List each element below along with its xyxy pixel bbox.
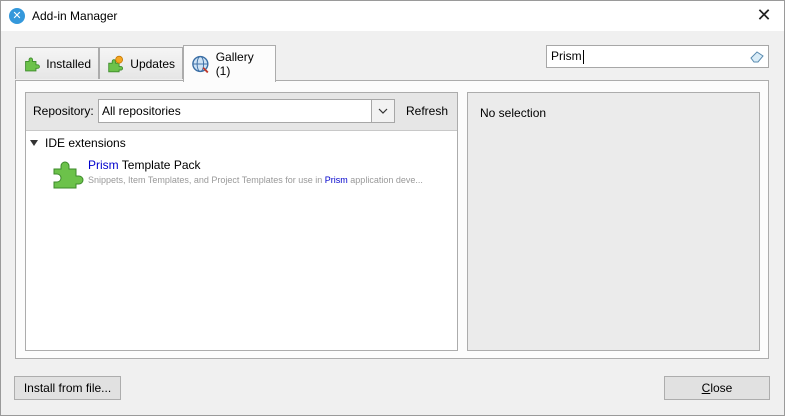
tree-group-label: IDE extensions bbox=[45, 136, 126, 150]
close-button[interactable]: Close bbox=[664, 376, 770, 400]
repository-bar: Repository: All repositories Refresh bbox=[26, 93, 457, 131]
button-label: Install from file... bbox=[23, 381, 112, 395]
button-label: lose bbox=[710, 381, 733, 395]
button-label-mnemonic: C bbox=[701, 381, 711, 395]
eraser-icon[interactable] bbox=[749, 49, 765, 63]
globe-icon bbox=[192, 55, 209, 74]
text-caret bbox=[582, 49, 584, 64]
list-item[interactable]: Prism Template Pack Snippets, Item Templ… bbox=[52, 155, 452, 189]
extension-title: Prism Template Pack bbox=[88, 158, 201, 172]
green-puzzle-icon bbox=[53, 161, 84, 189]
extension-description: Snippets, Item Templates, and Project Te… bbox=[88, 175, 423, 185]
repository-label: Repository: bbox=[33, 104, 94, 118]
tab-gallery[interactable]: Gallery (1) bbox=[183, 45, 276, 82]
no-selection-text: No selection bbox=[480, 106, 547, 120]
tab-label: Installed bbox=[46, 56, 91, 71]
search-input[interactable]: Prism bbox=[546, 45, 769, 68]
tab-updates[interactable]: Updates bbox=[99, 47, 183, 79]
title-bar: ✕ Add-in Manager ✕ bbox=[1, 1, 784, 31]
chevron-down-icon[interactable] bbox=[371, 100, 394, 122]
details-pane: No selection bbox=[467, 92, 760, 351]
puzzle-update-icon bbox=[108, 55, 123, 72]
extension-list-pane: Repository: All repositories Refresh IDE… bbox=[25, 92, 458, 351]
refresh-button[interactable]: Refresh bbox=[406, 104, 448, 118]
repository-selected: All repositories bbox=[102, 104, 181, 118]
tab-installed[interactable]: Installed bbox=[15, 47, 99, 79]
tree-group-ide-extensions[interactable]: IDE extensions bbox=[28, 136, 126, 150]
xamarin-icon: ✕ bbox=[9, 8, 25, 24]
tab-label: Updates bbox=[130, 56, 175, 71]
search-value: Prism bbox=[551, 49, 582, 63]
install-from-file-button[interactable]: Install from file... bbox=[14, 376, 121, 400]
window-title: Add-in Manager bbox=[32, 9, 118, 23]
repository-select[interactable]: All repositories bbox=[98, 99, 395, 123]
green-puzzle-icon bbox=[25, 57, 40, 71]
close-window-button[interactable]: ✕ bbox=[754, 5, 774, 25]
expand-arrow-icon[interactable] bbox=[30, 140, 38, 146]
tab-label: Gallery (1) bbox=[215, 50, 254, 78]
